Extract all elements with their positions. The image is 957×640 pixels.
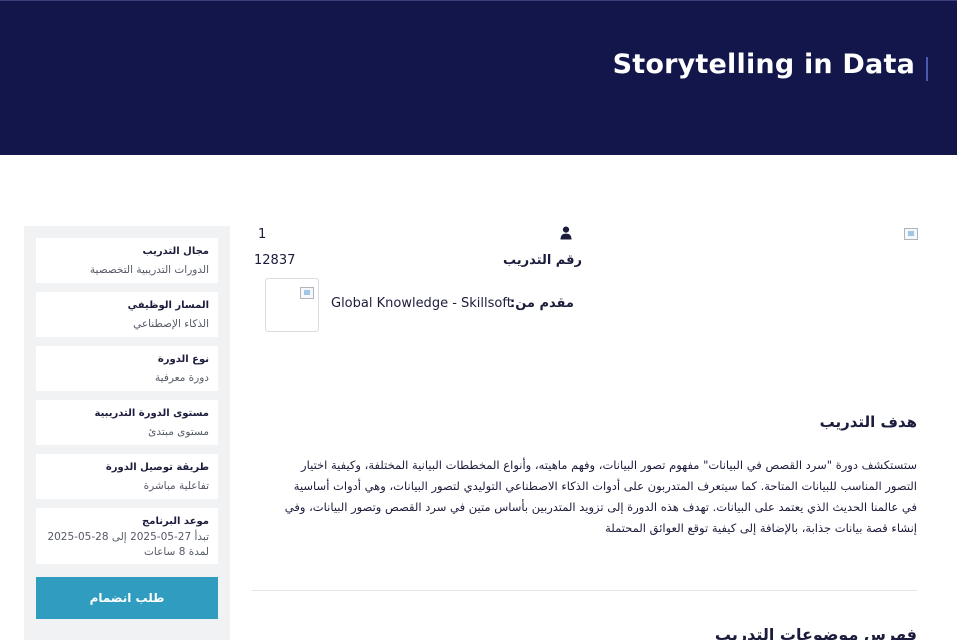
field-value: الدورات التدريبية التخصصية bbox=[89, 264, 209, 276]
course-details-sidebar: مجال التدريب الدورات التدريبية التخصصية … bbox=[24, 226, 230, 640]
course-image bbox=[904, 228, 918, 240]
title-accent-bar bbox=[926, 57, 928, 81]
career-path-card: المسار الوظيفي الذكاء الإصطناعي bbox=[36, 292, 218, 337]
user-icon bbox=[560, 226, 572, 240]
topics-index-heading: فهرس موضوعات التدريب bbox=[714, 625, 917, 640]
course-level-label: مستوى الدورة التدريبية bbox=[94, 408, 209, 419]
training-code-value: 12837 bbox=[254, 253, 296, 268]
course-type-label: نوع الدورة bbox=[157, 354, 209, 365]
schedule-label: موعد البرنامج bbox=[142, 516, 209, 527]
schedule-card: موعد البرنامج تبدأ 27-05-2025 إلى 28-05-… bbox=[36, 508, 218, 564]
course-type-card: نوع الدورة دورة معرفية bbox=[36, 346, 218, 391]
career-path-label: المسار الوظيفي bbox=[127, 300, 209, 311]
schedule-dates: تبدأ 27-05-2025 إلى 28-05-2025 bbox=[47, 531, 209, 543]
provider-logo-image bbox=[300, 287, 314, 299]
training-goal-text: ستستكشف دورة "سرد القصص في البيانات" مفه… bbox=[284, 458, 917, 535]
field-label: مجال التدريب bbox=[142, 246, 209, 257]
section-divider bbox=[252, 590, 917, 591]
delivery-method-card: طريقة توصيل الدورة تفاعلية مباشرة bbox=[36, 454, 218, 499]
course-title: Storytelling in Data bbox=[612, 49, 915, 80]
course-level-card: مستوى الدورة التدريبية مستوى مبتدئ bbox=[36, 400, 218, 445]
provider-name: Global Knowledge - Skillsoft bbox=[331, 296, 512, 311]
field-card: مجال التدريب الدورات التدريبية التخصصية bbox=[36, 238, 218, 283]
training-goal-heading: هدف التدريب bbox=[819, 413, 917, 431]
course-page: Storytelling in Data مجال التدريب الدورا… bbox=[0, 0, 957, 640]
course-level-value: مستوى مبتدئ bbox=[148, 426, 209, 438]
delivery-method-label: طريقة توصيل الدورة bbox=[105, 462, 209, 473]
join-request-button[interactable]: طلب انضمام bbox=[36, 577, 218, 619]
career-path-value: الذكاء الإصطناعي bbox=[133, 318, 209, 330]
course-type-value: دورة معرفية bbox=[155, 372, 209, 384]
training-code-label: رقم التدريب bbox=[503, 253, 582, 268]
provider-logo bbox=[265, 278, 319, 332]
delivery-method-value: تفاعلية مباشرة bbox=[143, 480, 209, 492]
provider-label: مقدم من: bbox=[510, 296, 574, 311]
enrolled-count: 1 bbox=[258, 227, 267, 242]
hero-banner: Storytelling in Data bbox=[0, 0, 957, 155]
schedule-duration: لمدة 8 ساعات bbox=[144, 546, 209, 558]
